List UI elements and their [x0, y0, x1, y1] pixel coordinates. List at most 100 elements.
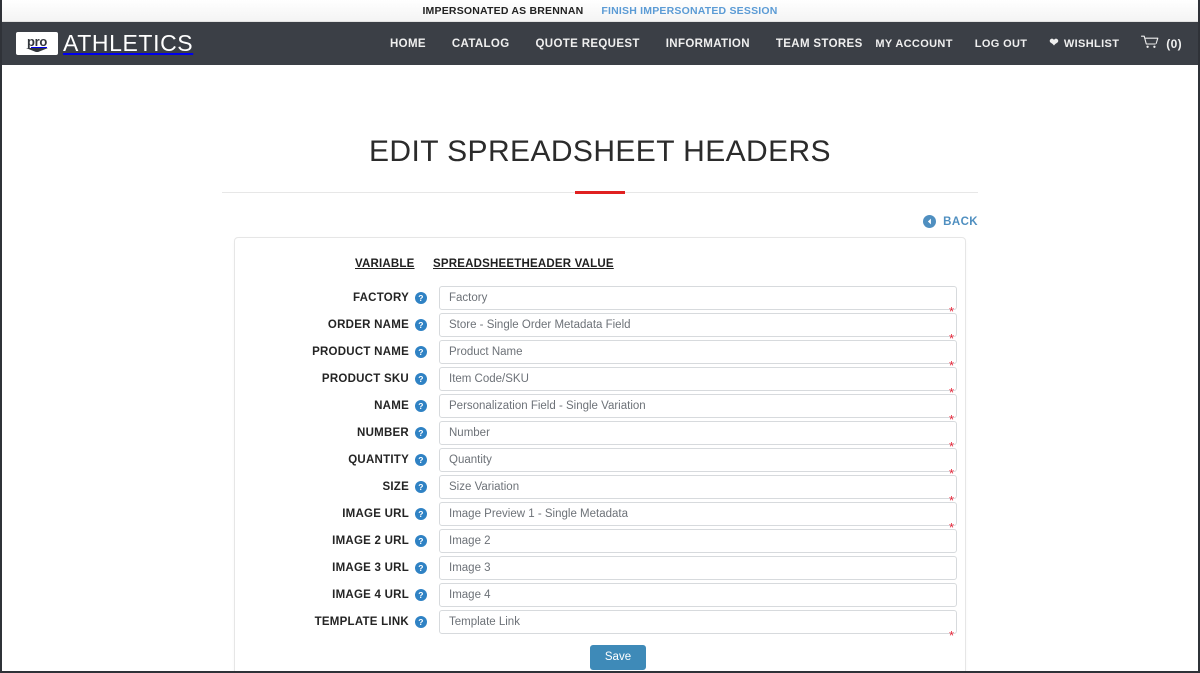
help-question-icon[interactable]: ? [415, 346, 427, 358]
field-label-image-url: IMAGE URL? [253, 508, 427, 520]
field-input-product-sku[interactable] [439, 367, 957, 391]
field-input-size[interactable] [439, 475, 957, 499]
pro-badge-icon: pro [16, 32, 58, 55]
impersonation-status: IMPERSONATED AS BRENNAN [422, 4, 584, 17]
help-question-icon[interactable]: ? [415, 454, 427, 466]
nav-item-cart[interactable]: (0) [1141, 35, 1182, 52]
field-input-product-name[interactable] [439, 340, 957, 364]
svg-text:?: ? [418, 536, 423, 546]
header-field-list: FACTORY?*ORDER NAME?*PRODUCT NAME?*PRODU… [235, 286, 965, 642]
form-row: SIZE?* [235, 475, 965, 507]
swoosh-icon [26, 48, 48, 52]
nav-item-information[interactable]: INFORMATION [666, 38, 750, 50]
field-label-size: SIZE? [253, 481, 427, 493]
field-label-image-3-url: IMAGE 3 URL? [253, 562, 427, 574]
form-row: PRODUCT SKU?* [235, 367, 965, 399]
help-question-icon[interactable]: ? [415, 373, 427, 385]
help-question-icon[interactable]: ? [415, 508, 427, 520]
save-button[interactable]: Save [589, 645, 647, 670]
field-input-number[interactable] [439, 421, 957, 445]
form-row: IMAGE 4 URL? [235, 583, 965, 607]
field-input-order-name[interactable] [439, 313, 957, 337]
form-row: IMAGE 2 URL? [235, 529, 965, 553]
field-label-factory: FACTORY? [253, 292, 427, 304]
help-question-icon[interactable]: ? [415, 400, 427, 412]
brand-badge-text: pro [26, 34, 48, 49]
field-label-name: NAME? [253, 400, 427, 412]
field-input-image-url[interactable] [439, 502, 957, 526]
field-label-text: IMAGE 2 URL [332, 535, 409, 547]
form-row: PRODUCT NAME?* [235, 340, 965, 372]
table-header-row: VARIABLE SPREADSHEETHEADER VALUE [235, 258, 965, 270]
save-row: Save [235, 645, 965, 670]
field-input-image-3-url[interactable] [439, 556, 957, 580]
form-row: IMAGE 3 URL? [235, 556, 965, 580]
field-label-text: IMAGE 4 URL [332, 589, 409, 601]
heart-icon: ❤ [1049, 37, 1059, 49]
help-question-icon[interactable]: ? [415, 589, 427, 601]
svg-text:?: ? [418, 509, 423, 519]
field-label-order-name: ORDER NAME? [253, 319, 427, 331]
form-row: FACTORY?* [235, 286, 965, 318]
field-label-text: TEMPLATE LINK [314, 616, 409, 628]
field-input-factory[interactable] [439, 286, 957, 310]
column-header-value: SPREADSHEETHEADER VALUE [433, 258, 614, 270]
help-question-icon[interactable]: ? [415, 562, 427, 574]
finish-impersonation-link[interactable]: FINISH IMPERSONATED SESSION [601, 5, 777, 17]
help-question-icon[interactable]: ? [415, 535, 427, 547]
secondary-nav: MY ACCOUNT LOG OUT ❤ WISHLIST (0) [875, 35, 1182, 52]
title-divider-accent [575, 191, 625, 194]
svg-text:?: ? [418, 347, 423, 357]
title-divider [222, 191, 978, 194]
nav-item-home[interactable]: HOME [390, 38, 426, 50]
svg-text:?: ? [418, 563, 423, 573]
svg-text:?: ? [418, 455, 423, 465]
svg-text:?: ? [418, 293, 423, 303]
form-row: NUMBER?* [235, 421, 965, 453]
back-link[interactable]: BACK [923, 215, 978, 228]
nav-item-log-out[interactable]: LOG OUT [975, 38, 1028, 50]
field-label-product-sku: PRODUCT SKU? [253, 373, 427, 385]
field-label-quantity: QUANTITY? [253, 454, 427, 466]
field-label-number: NUMBER? [253, 427, 427, 439]
field-input-image-2-url[interactable] [439, 529, 957, 553]
field-label-text: SIZE [382, 481, 409, 493]
nav-item-catalog[interactable]: CATALOG [452, 38, 510, 50]
column-header-variable: VARIABLE [355, 258, 415, 270]
help-question-icon[interactable]: ? [415, 481, 427, 493]
svg-text:?: ? [418, 374, 423, 384]
field-input-name[interactable] [439, 394, 957, 418]
field-label-text: QUANTITY [348, 454, 409, 466]
nav-item-wishlist[interactable]: ❤ WISHLIST [1049, 38, 1119, 50]
impersonation-bar: IMPERSONATED AS BRENNAN FINISH IMPERSONA… [2, 0, 1198, 22]
page-root: IMPERSONATED AS BRENNAN FINISH IMPERSONA… [0, 0, 1200, 673]
field-input-image-4-url[interactable] [439, 583, 957, 607]
help-question-icon[interactable]: ? [415, 319, 427, 331]
field-input-quantity[interactable] [439, 448, 957, 472]
form-row: TEMPLATE LINK? * [235, 610, 965, 642]
cart-count: (0) [1166, 36, 1182, 51]
brand-name: ATHLETICS [63, 30, 194, 56]
form-row: ORDER NAME?* [235, 313, 965, 345]
nav-item-quote-request[interactable]: QUOTE REQUEST [536, 38, 640, 50]
page-content: EDIT SPREADSHEET HEADERS BACK VARIABLE S… [2, 65, 1198, 671]
field-input-template-link[interactable] [439, 610, 957, 634]
help-question-icon[interactable]: ? [415, 292, 427, 304]
help-question-icon[interactable]: ? [415, 616, 427, 628]
page-title: EDIT SPREADSHEET HEADERS [369, 135, 831, 168]
brand-logo[interactable]: pro ATHLETICS [16, 32, 193, 55]
field-label-text: FACTORY [352, 292, 409, 304]
back-row: BACK [222, 215, 978, 228]
field-label-text: ORDER NAME [327, 319, 409, 331]
help-question-icon[interactable]: ? [415, 427, 427, 439]
field-label-text: PRODUCT NAME [312, 346, 409, 358]
back-label: BACK [943, 215, 978, 228]
spreadsheet-headers-card: VARIABLE SPREADSHEETHEADER VALUE FACTORY… [234, 237, 966, 671]
main-navbar: pro ATHLETICS HOME CATALOG QUOTE REQUEST… [2, 22, 1198, 65]
nav-item-my-account[interactable]: MY ACCOUNT [875, 38, 952, 50]
field-label-image-4-url: IMAGE 4 URL? [253, 589, 427, 601]
svg-text:?: ? [418, 617, 423, 627]
field-label-text: NUMBER [357, 427, 409, 439]
field-label-product-name: PRODUCT NAME? [253, 346, 427, 358]
nav-item-team-stores[interactable]: TEAM STORES [776, 38, 863, 50]
